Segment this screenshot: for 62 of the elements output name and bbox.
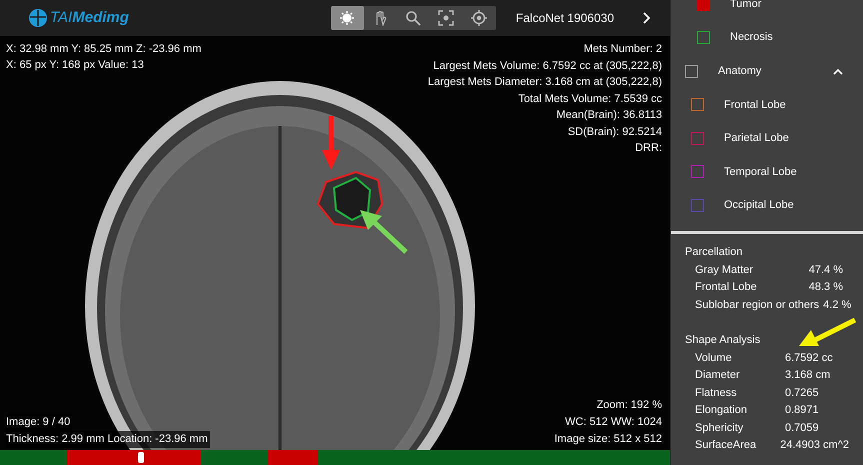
shape-value: 6.7592 cc: [785, 350, 833, 366]
label-name[interactable]: Tumor: [730, 0, 762, 13]
shape-value: 0.8971: [785, 403, 819, 418]
parcellation-value: 4.2 %: [822, 298, 852, 312]
parcellation-label: Sublobar region or others: [695, 298, 820, 312]
contrast-icon[interactable]: [339, 10, 356, 26]
section-title: Parcellation: [685, 245, 744, 260]
chevron-up-icon[interactable]: [833, 68, 843, 74]
metastasis-stat-text: Largest Mets Diameter: 3.168 cm at (305,222,8): [428, 75, 662, 90]
shape-value: 0.7059: [785, 420, 819, 436]
annotation-arrow: [360, 210, 408, 254]
annotation-arrow: [799, 318, 857, 348]
coordinate-text: X: 32.98 mm Y: 85.25 mm Z: -23.96 mm: [6, 42, 202, 57]
label-checkbox[interactable]: [685, 64, 698, 78]
display-info-text: WC: 512 WW: 1024: [564, 415, 662, 430]
section-title: Shape Analysis: [685, 333, 762, 348]
slice-info-text: Image: 9 / 40: [6, 414, 72, 431]
chevron-right-icon[interactable]: [642, 12, 650, 24]
label-checkbox[interactable]: [691, 132, 704, 145]
label-name[interactable]: Frontal Lobe: [724, 96, 786, 113]
label-name[interactable]: Parietal Lobe: [724, 130, 789, 146]
label-checkbox[interactable]: [691, 98, 704, 112]
shape-label: Diameter: [695, 368, 741, 383]
parcellation-value: 48.3 %: [808, 280, 844, 295]
focus-icon[interactable]: [438, 10, 454, 26]
shape-value: 24.4903 cm^2: [780, 438, 849, 453]
label-checkbox[interactable]: [697, 0, 710, 11]
display-info-text: Image size: 512 x 512: [554, 432, 662, 447]
metastasis-stat-text: SD(Brain): 92.5214: [566, 124, 662, 140]
label-name[interactable]: Anatomy: [718, 62, 762, 80]
shape-value: 3.168 cm: [785, 368, 830, 383]
metastasis-stat-text: Mean(Brain): 36.8113: [555, 108, 662, 123]
shape-label: Sphericity: [695, 420, 744, 436]
label-checkbox[interactable]: [691, 198, 704, 212]
shape-value: 0.7265: [785, 386, 819, 400]
shape-label: SurfaceArea: [695, 438, 758, 453]
display-info-text: Zoom: 192 %: [596, 398, 662, 413]
metastasis-stat-text: DRR:: [634, 141, 662, 156]
annotation-arrow: [322, 116, 340, 170]
parcellation-label: Gray Matter: [695, 262, 754, 278]
logo-icon: [28, 8, 48, 28]
coordinate-text: X: 65 px Y: 168 px Value: 13: [6, 58, 145, 73]
shape-label: Flatness: [695, 386, 738, 400]
label-name[interactable]: Temporal Lobe: [724, 164, 797, 180]
logo-text: TAIMedimg: [50, 8, 129, 28]
label-checkbox[interactable]: [697, 31, 710, 44]
metastasis-stat-text: Largest Mets Volume: 6.7592 cc at (305,222,8): [432, 58, 662, 74]
slice-info-text: Thickness: 2.99 mm Location: -23.96 mm: [6, 431, 210, 448]
target-icon[interactable]: [471, 10, 488, 26]
shape-label: Elongation: [695, 403, 748, 418]
metastasis-stat-text: Total Mets Volume: 7.5539 cc: [517, 92, 662, 106]
series-title: FalcoNet 1906030: [516, 10, 614, 27]
lesion-outline: [316, 170, 384, 232]
search-icon[interactable]: [405, 10, 422, 26]
contrast-tool-button[interactable]: [330, 6, 364, 30]
label-checkbox[interactable]: [691, 165, 704, 178]
shape-label: Volume: [695, 350, 733, 366]
parcellation-value: 47.4 %: [808, 262, 844, 278]
metastasis-stat-text: Mets Number: 2: [582, 42, 662, 57]
parcellation-label: Frontal Lobe: [695, 280, 757, 295]
label-name[interactable]: Necrosis: [730, 29, 773, 46]
label-name[interactable]: Occipital Lobe: [724, 197, 794, 214]
